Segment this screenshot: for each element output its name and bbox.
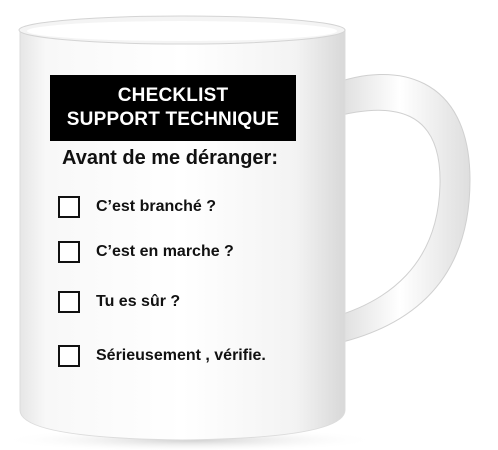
product-photo: CHECKLIST SUPPORT TECHNIQUE Avant de me … — [0, 0, 498, 450]
mug-rim-inner — [27, 21, 337, 41]
mug-illustration — [0, 15, 471, 450]
checklist-item-label: C’est branché ? — [96, 198, 217, 215]
checklist-banner: CHECKLIST SUPPORT TECHNIQUE — [50, 75, 296, 141]
checklist-item-label: C’est en marche ? — [96, 243, 234, 260]
checklist-item-label: Tu es sûr ? — [96, 293, 181, 310]
banner-title-line1: CHECKLIST — [117, 85, 229, 106]
checkbox-icon — [58, 345, 80, 367]
checklist-item: C’est branché ? — [58, 196, 216, 218]
banner-title-line2: SUPPORT TECHNIQUE — [66, 109, 280, 130]
checkbox-icon — [58, 196, 80, 218]
checklist-item: C’est en marche ? — [58, 241, 234, 263]
checkbox-icon — [58, 241, 80, 263]
checklist-subtitle: Avant de me déranger: — [62, 147, 278, 169]
checklist-item: Sérieusement , vérifie. — [58, 345, 266, 367]
mug-handle — [329, 74, 471, 346]
checkbox-icon — [58, 291, 80, 313]
checklist-item-label: Sérieusement , vérifie. — [96, 347, 266, 364]
checklist-item: Tu es sûr ? — [58, 291, 180, 313]
